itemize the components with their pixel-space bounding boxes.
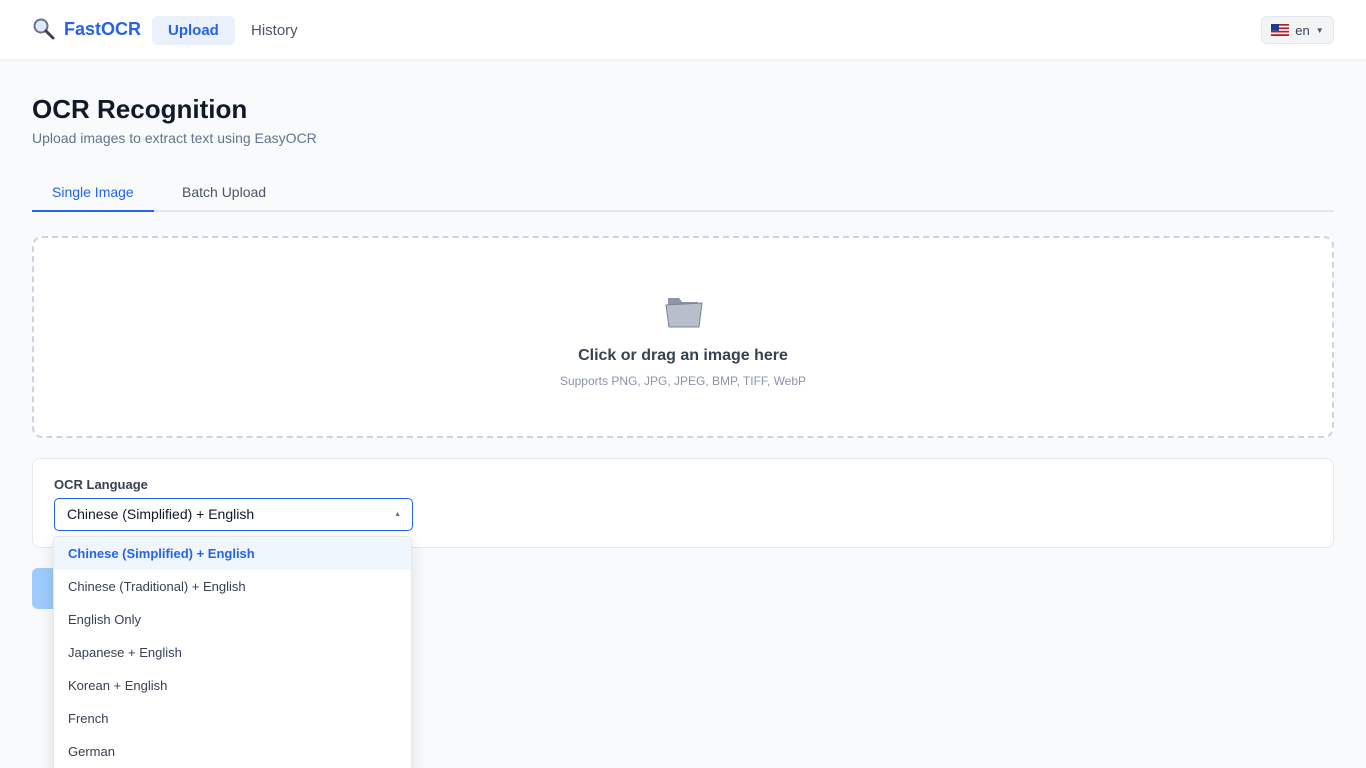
dropzone-hint: Supports PNG, JPG, JPEG, BMP, TIFF, WebP bbox=[559, 374, 807, 388]
us-flag-icon bbox=[1271, 24, 1290, 36]
language-select-value: Chinese (Simplified) + English bbox=[67, 506, 255, 522]
language-option[interactable]: Chinese (Traditional) + English bbox=[54, 570, 411, 603]
language-code: en bbox=[1295, 22, 1310, 38]
image-dropzone[interactable]: Click or drag an image here Supports PNG… bbox=[32, 236, 1334, 438]
language-option[interactable]: French bbox=[54, 702, 411, 735]
caret-up-icon: ▲ bbox=[394, 511, 401, 518]
language-option[interactable]: German bbox=[54, 735, 411, 768]
dropzone-title: Click or drag an image here bbox=[578, 347, 788, 364]
upload-tabs: Single Image Batch Upload bbox=[32, 172, 1334, 212]
folder-icon bbox=[664, 292, 704, 330]
tab-batch-upload[interactable]: Batch Upload bbox=[162, 172, 286, 212]
page-title: OCR Recognition bbox=[32, 94, 248, 124]
brand[interactable]: FastOCR bbox=[32, 17, 141, 41]
language-switcher[interactable]: en ▼ bbox=[1261, 16, 1334, 44]
language-option[interactable]: English Only bbox=[54, 603, 411, 636]
language-option[interactable]: Korean + English bbox=[54, 669, 411, 702]
language-select[interactable]: Chinese (Simplified) + English ▲ bbox=[54, 498, 413, 531]
caret-down-icon: ▼ bbox=[1315, 25, 1324, 35]
brand-name: FastOCR bbox=[64, 18, 142, 39]
language-label: OCR Language bbox=[54, 477, 148, 492]
nav-upload[interactable]: Upload bbox=[152, 16, 235, 45]
nav-history[interactable]: History bbox=[235, 16, 314, 45]
tab-single-image[interactable]: Single Image bbox=[32, 172, 154, 212]
language-settings-card: OCR Language Chinese (Simplified) + Engl… bbox=[32, 458, 1334, 548]
page-subtitle: Upload images to extract text using Easy… bbox=[32, 130, 317, 146]
language-option[interactable]: Chinese (Simplified) + English bbox=[54, 537, 411, 570]
top-navbar: FastOCR Upload History en ▼ bbox=[0, 0, 1366, 60]
language-dropdown-list: Chinese (Simplified) + English Chinese (… bbox=[53, 536, 412, 768]
language-option[interactable]: Japanese + English bbox=[54, 636, 411, 669]
magnifier-icon bbox=[32, 17, 56, 41]
